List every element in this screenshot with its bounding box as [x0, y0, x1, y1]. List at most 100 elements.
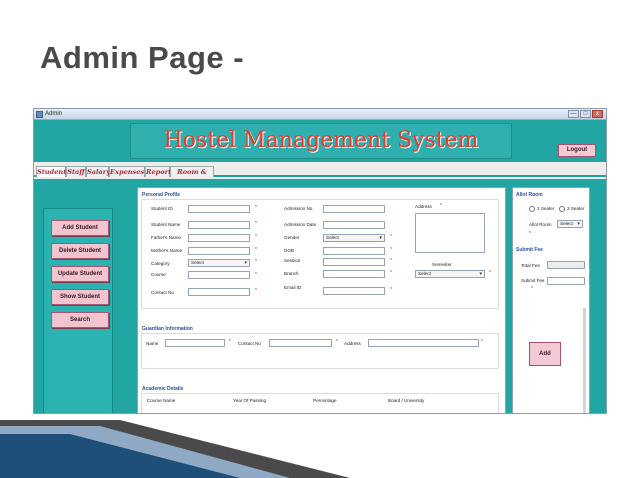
academic-details-title: Academic Details — [142, 386, 184, 392]
tab-report[interactable]: Report — [145, 166, 171, 177]
allot-room-value: Select — [560, 221, 573, 226]
total-fee-input[interactable] — [547, 261, 585, 269]
address-textarea[interactable] — [415, 213, 485, 253]
required-mark: * — [255, 205, 257, 211]
admission-date-input[interactable] — [323, 221, 385, 229]
tab-bar: Student Staff Salary Expenses Report Roo… — [34, 165, 606, 187]
close-icon[interactable]: x — [592, 110, 603, 118]
logout-button[interactable]: Logout — [558, 144, 596, 157]
two-seater-radio[interactable] — [529, 206, 535, 212]
student-id-input[interactable] — [188, 205, 250, 213]
required-mark: * — [255, 272, 257, 278]
academic-details-group — [141, 393, 499, 413]
tab-student[interactable]: Student — [36, 166, 66, 177]
submit-fee-label: Submit Fee — [521, 278, 545, 283]
required-mark: * — [390, 234, 392, 240]
tab-room-fee[interactable]: Room & Fee — [170, 166, 214, 187]
guardian-name-input[interactable] — [165, 339, 225, 347]
required-mark: * — [255, 234, 257, 240]
title-bar: Admin — □ x — [34, 109, 606, 120]
search-button[interactable]: Search — [51, 312, 109, 328]
required-mark: * — [390, 258, 392, 264]
app-window: Admin — □ x Hostel Management System Log… — [33, 108, 607, 414]
required-mark: * — [255, 221, 257, 227]
admission-no-input[interactable] — [323, 205, 385, 213]
mothers-name-input[interactable] — [188, 247, 250, 255]
chevron-down-icon: ▾ — [479, 271, 482, 277]
semester-select[interactable]: Select ▾ — [415, 270, 485, 278]
academic-column-header: Course Name — [147, 398, 176, 403]
contact-no-input[interactable] — [188, 288, 250, 296]
app-header: Hostel Management System Logout — [34, 120, 606, 162]
required-mark: * — [390, 247, 392, 253]
guardian-address-label: Address — [344, 341, 361, 346]
session-input[interactable] — [323, 258, 385, 266]
app-title: Hostel Management System — [163, 128, 479, 153]
address-label: Address — [415, 204, 432, 209]
allot-room-label: Allot Room — [529, 222, 552, 227]
three-seater-radio[interactable] — [559, 206, 565, 212]
add-student-button[interactable]: Add Student — [51, 220, 109, 236]
dob-input[interactable] — [323, 247, 385, 255]
category-select[interactable]: Select ▾ — [188, 259, 250, 267]
minimize-icon[interactable]: — — [568, 110, 579, 118]
academic-column-header: Board / University — [388, 398, 425, 403]
tab-expenses[interactable]: Expenses — [109, 166, 145, 177]
contact-no-label: Contact No — [151, 290, 174, 295]
guardian-contact-input[interactable] — [269, 339, 332, 347]
submit-fee-input[interactable] — [547, 277, 585, 285]
show-student-button[interactable]: Show Student — [51, 289, 109, 305]
required-mark: * — [229, 339, 231, 345]
fathers-name-input[interactable] — [188, 234, 250, 242]
room-fee-panel: Allot Room 2 Seater 3 Seater Allot Room … — [512, 187, 590, 413]
email-id-input[interactable] — [323, 287, 385, 295]
category-value: Select — [191, 260, 204, 265]
required-mark: * — [255, 259, 257, 265]
three-seater-label: 3 Seater — [567, 206, 585, 211]
student-name-label: Student Name — [151, 222, 181, 227]
required-mark: * — [390, 270, 392, 276]
scrollbar[interactable] — [583, 308, 586, 413]
add-button[interactable]: Add — [529, 342, 561, 366]
tab-content: Add Student Delete Student Update Studen… — [34, 179, 606, 413]
dob-label: DOB — [284, 248, 294, 253]
window-controls: — □ x — [568, 110, 603, 118]
window-title: Admin — [45, 111, 63, 117]
mothers-name-label: Mother's Name — [151, 248, 183, 253]
academic-column-header: Percentage — [313, 398, 337, 403]
email-id-label: Email ID — [284, 285, 302, 290]
tab-staff[interactable]: Staff — [66, 166, 86, 177]
chevron-down-icon: ▾ — [379, 235, 382, 241]
gender-label: Gender — [284, 235, 300, 240]
student-name-input[interactable] — [188, 221, 250, 229]
student-form: Personal Profile Student ID * Admission … — [137, 187, 506, 413]
required-mark: * — [489, 270, 491, 276]
delete-student-button[interactable]: Delete Student — [51, 243, 109, 259]
required-mark: * — [481, 339, 483, 345]
guardian-name-label: Name — [146, 341, 159, 346]
category-label: Category — [151, 261, 170, 266]
guardian-address-input[interactable] — [368, 339, 479, 347]
allot-room-select[interactable]: Select ▾ — [557, 220, 583, 228]
required-mark: * — [255, 247, 257, 253]
required-mark: * — [531, 286, 533, 292]
admission-no-label: Admission No. — [284, 206, 314, 211]
sidebar: Add Student Delete Student Update Studen… — [43, 208, 113, 413]
guardian-contact-label: Contact No — [238, 341, 261, 346]
semester-value: Select — [418, 271, 431, 276]
update-student-button[interactable]: Update Student — [51, 266, 109, 282]
gender-select[interactable]: Select ▾ — [323, 234, 385, 242]
chevron-down-icon: ▾ — [577, 221, 580, 227]
student-id-label: Student ID — [151, 206, 173, 211]
tab-salary[interactable]: Salary — [86, 166, 110, 177]
submit-fee-title: Submit Fee — [516, 247, 543, 253]
branch-label: Branch — [284, 271, 299, 276]
personal-profile-title: Personal Profile — [142, 192, 181, 198]
banner: Hostel Management System — [130, 123, 512, 159]
course-input[interactable] — [188, 271, 250, 279]
fathers-name-label: Father's Name — [151, 235, 181, 240]
required-mark: * — [440, 203, 442, 209]
maximize-icon[interactable]: □ — [580, 110, 591, 118]
chevron-down-icon: ▾ — [244, 260, 247, 266]
branch-input[interactable] — [323, 270, 385, 278]
